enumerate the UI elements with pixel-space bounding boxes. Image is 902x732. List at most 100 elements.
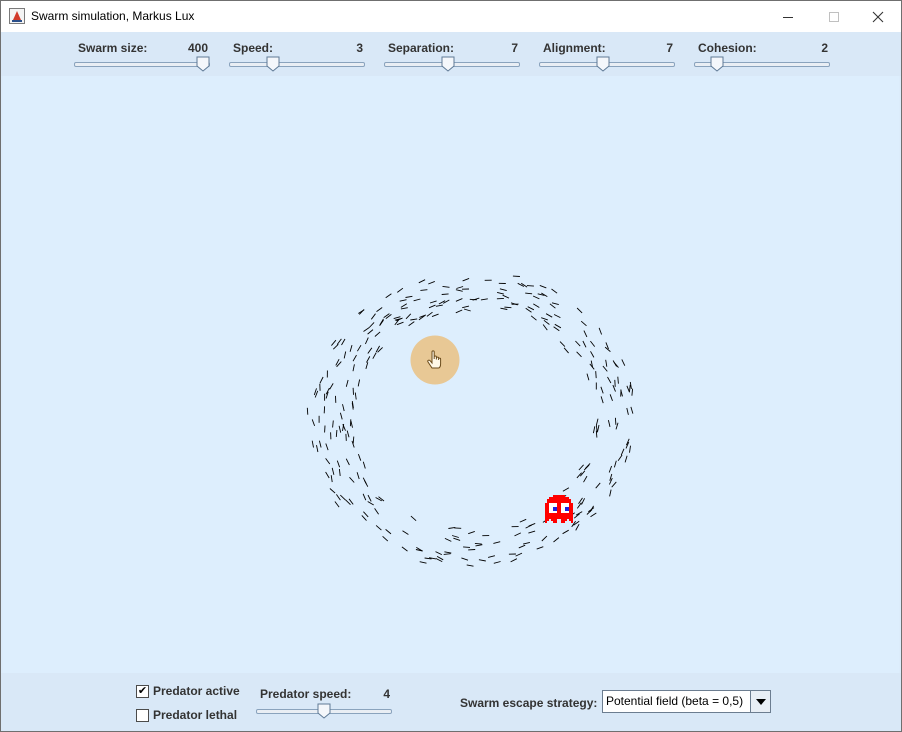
boid [399, 299, 407, 302]
boid [408, 321, 415, 327]
speed-track[interactable] [229, 62, 365, 67]
boid [617, 454, 623, 461]
boid [352, 436, 355, 444]
boid [578, 464, 584, 471]
alignment-slider-thumb[interactable] [596, 56, 610, 72]
maximize-button[interactable] [811, 1, 857, 32]
parameter-panel: Swarm size: 400 Speed: 3 Separation: 7 A… [1, 32, 901, 76]
predator-speed-label: Predator speed: [260, 687, 352, 701]
boid [615, 422, 619, 430]
predator-lethal-checkbox[interactable] [136, 709, 149, 722]
boid [525, 292, 533, 295]
boid [463, 546, 471, 548]
boid [444, 537, 452, 542]
boid [590, 351, 595, 358]
minimize-icon [783, 16, 793, 18]
boid [630, 406, 634, 414]
close-button[interactable] [855, 1, 901, 32]
boid [329, 488, 336, 494]
boid [533, 303, 540, 308]
boid [443, 553, 451, 555]
predator-active-checkbox[interactable]: ✔ [136, 685, 149, 698]
boid [532, 295, 540, 300]
boid [368, 322, 375, 328]
boid [329, 383, 334, 390]
escape-strategy-label: Swarm escape strategy: [460, 696, 598, 710]
boid [349, 344, 353, 352]
speed-label: Speed: [233, 41, 274, 55]
boid [426, 311, 433, 317]
boid [367, 329, 374, 335]
boid [306, 407, 309, 415]
boid [617, 376, 619, 384]
swarm-size-slider-thumb[interactable] [196, 56, 210, 72]
boid [551, 302, 559, 306]
boid [607, 376, 612, 384]
minimize-button[interactable] [765, 1, 811, 32]
boid [396, 321, 404, 326]
boid [500, 307, 508, 310]
escape-strategy-dropdown[interactable]: Potential field (beta = 0,5) [602, 690, 771, 713]
close-icon [872, 11, 884, 22]
boid [345, 379, 349, 387]
boid [345, 458, 350, 466]
boid [597, 424, 600, 432]
chevron-down-icon [755, 698, 766, 705]
boid [413, 298, 421, 302]
boid [453, 537, 461, 541]
boid [363, 327, 370, 332]
boid [370, 313, 376, 320]
maximize-icon [829, 11, 839, 22]
boid [342, 404, 345, 412]
boid [338, 425, 342, 433]
cohesion-slider-thumb[interactable] [710, 56, 724, 72]
dropdown-arrow-button[interactable] [750, 691, 770, 712]
boid [475, 544, 483, 547]
boid [530, 315, 537, 321]
boid [515, 552, 523, 557]
boid [590, 340, 596, 347]
boid [455, 289, 463, 292]
boid [553, 326, 560, 332]
boid [393, 316, 401, 320]
boid [586, 373, 590, 381]
swarm-size-label: Swarm size: [78, 41, 148, 55]
boid [592, 426, 596, 434]
boid [541, 535, 548, 542]
speed-slider-thumb[interactable] [266, 56, 280, 72]
boid [462, 305, 470, 309]
boid [435, 304, 443, 307]
boid [341, 338, 346, 346]
boid [318, 440, 322, 448]
simulation-canvas[interactable] [3, 76, 899, 673]
predator-lethal-label: Predator lethal [153, 708, 238, 722]
boid [525, 307, 532, 313]
boid [385, 293, 392, 299]
boid [542, 324, 548, 331]
swarm-size-track[interactable] [74, 62, 210, 67]
boid [405, 313, 412, 320]
predator-speed-slider-thumb[interactable] [317, 703, 331, 719]
boid [613, 460, 617, 468]
boid [583, 330, 588, 338]
boid [405, 295, 413, 298]
boid [631, 388, 634, 396]
boid [365, 362, 369, 370]
window-title: Swarm simulation, Markus Lux [31, 9, 195, 23]
separation-slider-thumb[interactable] [441, 56, 455, 72]
boid [366, 356, 371, 363]
boid [526, 285, 534, 287]
boid [626, 385, 630, 393]
title-bar[interactable]: Swarm simulation, Markus Lux [1, 1, 901, 32]
boid [410, 318, 418, 321]
boid [583, 475, 588, 483]
boid [608, 465, 613, 473]
predator-panel: ✔ Predator active Predator lethal Predat… [1, 673, 901, 731]
boid [474, 542, 482, 545]
alignment-value: 7 [666, 41, 673, 55]
boid [346, 430, 350, 438]
alignment-control: Alignment: 7 [539, 34, 679, 74]
boid [331, 467, 335, 475]
boid [357, 453, 362, 461]
boid [576, 351, 582, 358]
